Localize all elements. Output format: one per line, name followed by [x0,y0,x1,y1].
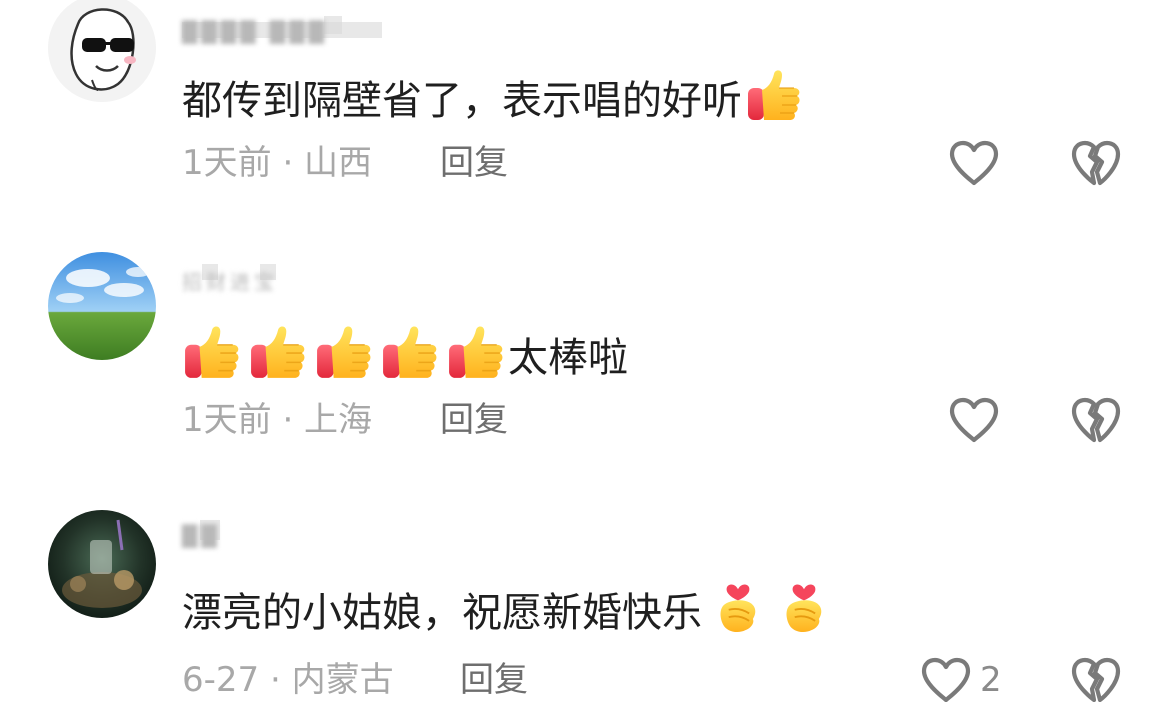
avatar[interactable] [48,252,156,360]
like-button[interactable] [948,394,1000,446]
comment-meta: 1天前 · 上海 [182,400,373,440]
comment-text: 漂亮的小姑娘，祝愿新婚快乐 [182,576,830,649]
comment-text: 太棒啦 [182,322,628,393]
broken-heart-icon [1070,139,1122,187]
comment-meta: 6-27 · 内蒙古 [182,660,394,700]
broken-heart-icon [1070,656,1122,702]
heart-outline-icon [920,656,972,702]
comment-meta: 1天前 · 山西 [182,143,373,183]
like-button[interactable] [948,137,1000,189]
reply-button[interactable]: 回复 [440,398,508,442]
like-button[interactable]: 2 [920,654,1002,702]
thumbs-up-icon [314,322,374,393]
thumbs-up-icon [248,322,308,393]
comment-item: ████ ███ 都传到隔壁省了，表示唱的好听 1天前 · 山西 回复 [0,0,1170,240]
comment-list: ████ ███ 都传到隔壁省了，表示唱的好听 1天前 · 山西 回复 招财进宝… [0,0,1170,702]
dislike-button[interactable] [1070,394,1122,446]
reply-button[interactable]: 回复 [460,658,528,702]
thumbs-up-icon [746,66,802,135]
thumbs-up-icon [446,322,506,393]
thumbs-up-icon [380,322,440,393]
comment-item: ██ 漂亮的小姑娘，祝愿新婚快乐 6-27 · 内蒙古 回复 2 [0,500,1170,702]
comment-text: 都传到隔壁省了，表示唱的好听 [182,66,802,135]
dislike-button[interactable] [1070,137,1122,189]
username[interactable]: ████ ███ [182,16,402,44]
broken-heart-icon [1070,396,1122,444]
dislike-button[interactable] [1070,654,1122,702]
username[interactable]: 招财进宝 [182,262,402,294]
avatar[interactable] [48,0,156,102]
avatar[interactable] [48,510,156,618]
reply-button[interactable]: 回复 [440,141,508,185]
finger-heart-icon [778,576,830,649]
heart-outline-icon [948,139,1000,187]
finger-heart-icon [712,576,764,649]
like-count: 2 [980,660,1002,700]
username[interactable]: ██ [182,520,402,548]
thumbs-up-icon [182,322,242,393]
heart-outline-icon [948,396,1000,444]
comment-item: 招财进宝 太棒啦 1天前 · 上海 回复 [0,240,1170,500]
